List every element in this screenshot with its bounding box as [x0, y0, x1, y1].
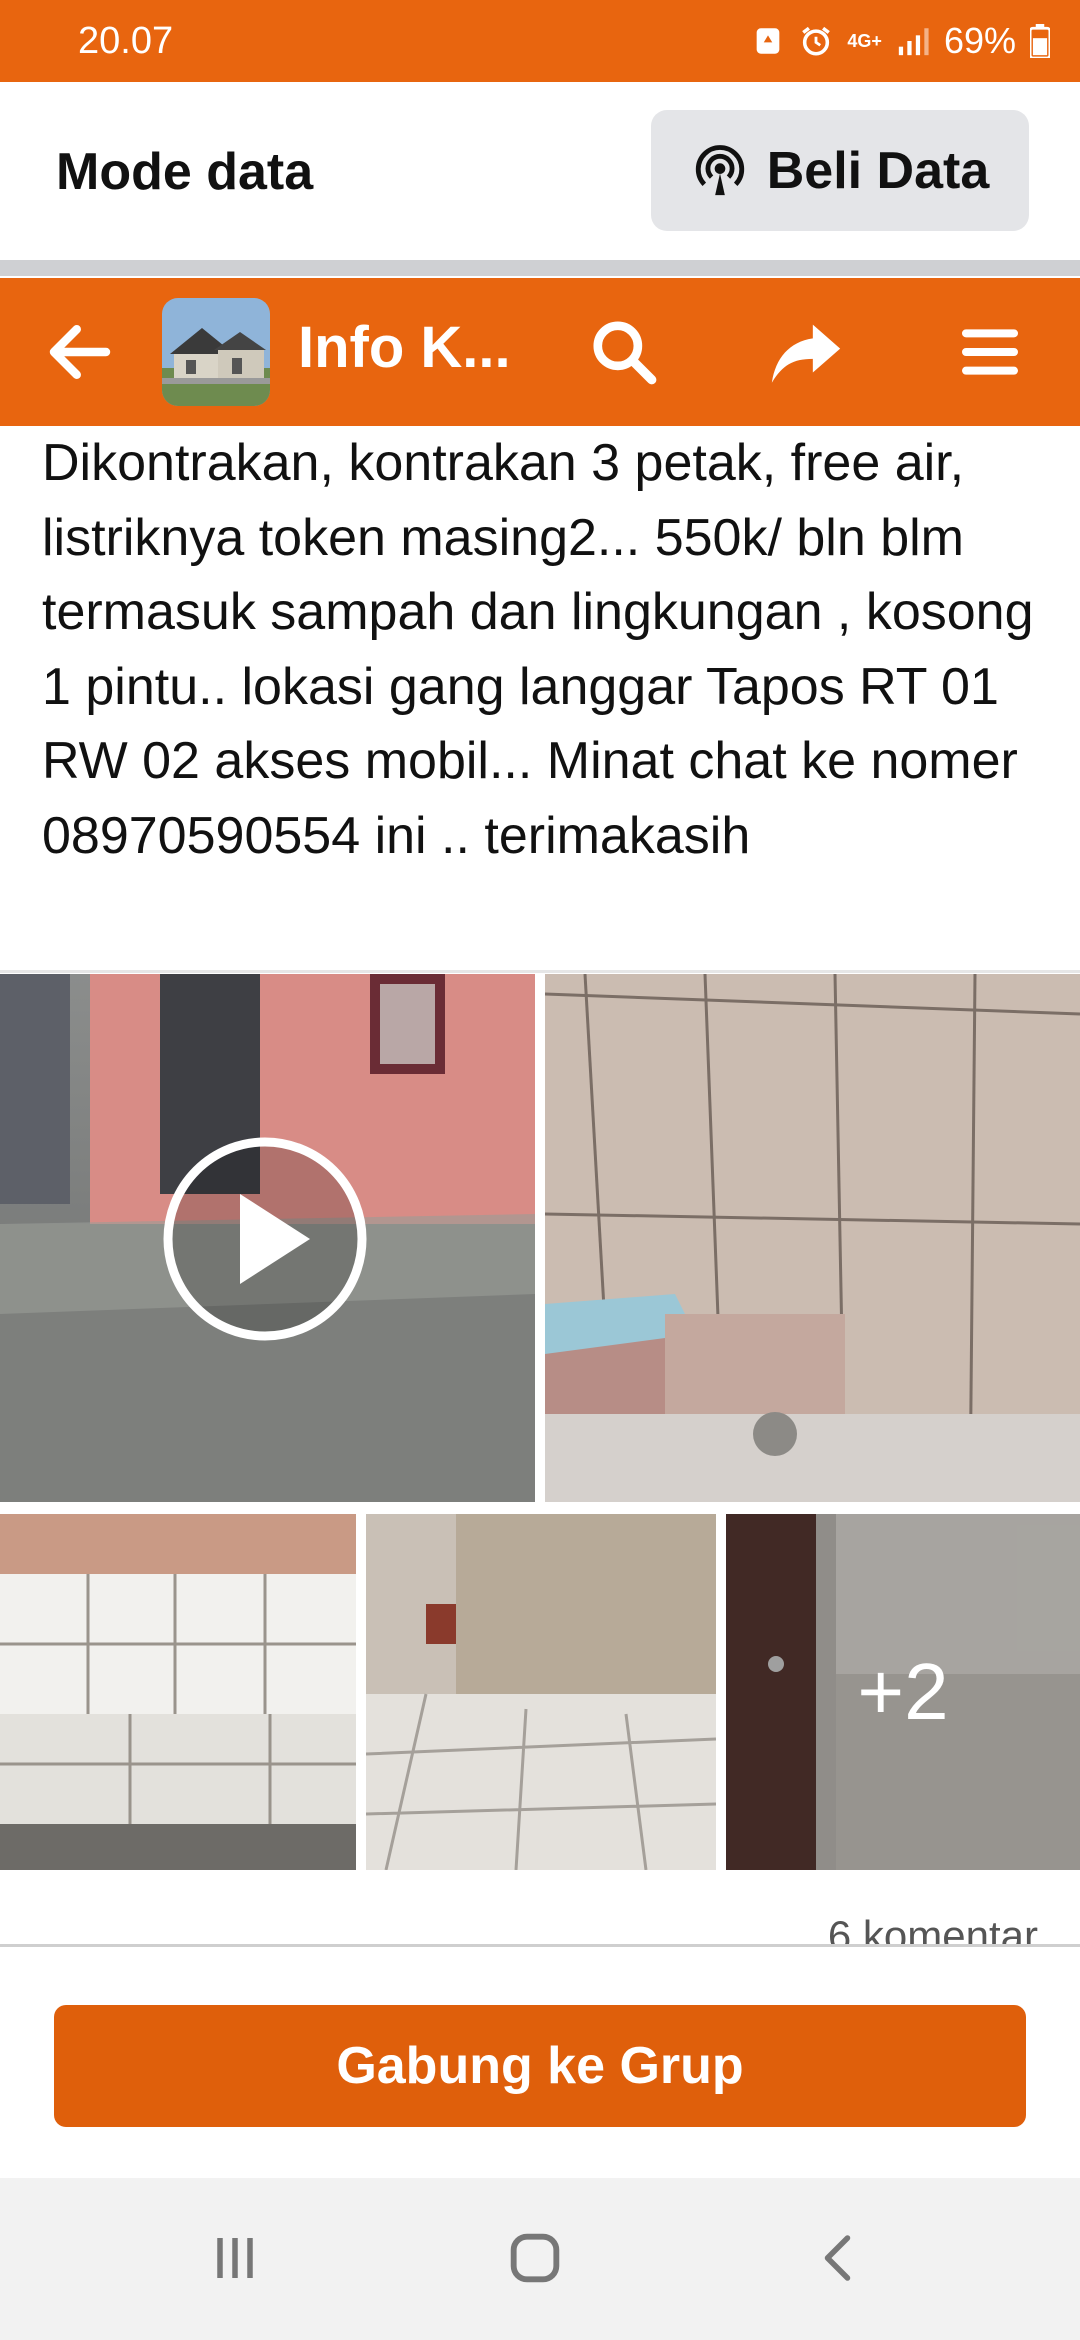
menu-icon [962, 329, 1018, 375]
data-mode-banner: Mode data Beli Data [0, 82, 1080, 276]
system-nav-bar [0, 2178, 1080, 2340]
data-mode-label: Mode data [56, 143, 314, 201]
status-bar: 20.07 4G+ 69% [0, 0, 1080, 82]
share-icon [771, 324, 841, 383]
status-time: 20.07 [78, 20, 174, 62]
back-arrow-icon [49, 325, 111, 379]
nav-back-button[interactable] [795, 2218, 885, 2298]
alarm-icon [802, 26, 831, 56]
broadcast-icon [695, 144, 744, 195]
buy-data-label: Beli Data [766, 141, 990, 200]
bathroom-photo [545, 974, 1080, 1502]
house-image [162, 298, 270, 406]
status-icons: 4G+ 69% [751, 18, 1050, 64]
recent-apps-button[interactable] [190, 2218, 280, 2298]
post-body-text: Dikontrakan, kontrakan 3 petak, free air… [42, 434, 1034, 865]
counter-photo [0, 1514, 356, 1870]
group-header: Info K... [0, 278, 1080, 426]
post-divider [0, 970, 1080, 973]
banner-divider [0, 260, 1080, 276]
join-bar: Gabung ke Grup [0, 1944, 1080, 2178]
more-photos-count: +2 [857, 1647, 949, 1736]
join-group-label: Gabung ke Grup [336, 2037, 744, 2095]
comments-count[interactable]: 6 komentar [828, 1912, 1038, 1948]
post-photo-3[interactable] [366, 1514, 716, 1870]
home-icon [510, 2233, 560, 2283]
recent-apps-icon [217, 2238, 253, 2278]
search-button[interactable] [574, 278, 674, 426]
group-avatar[interactable] [162, 298, 270, 406]
group-title[interactable]: Info K... [298, 314, 511, 381]
room-photo [366, 1514, 716, 1870]
nav-back-icon [824, 2235, 851, 2281]
join-group-button[interactable]: Gabung ke Grup [54, 2005, 1026, 2127]
network-4g-icon: 4G+ [847, 31, 882, 51]
home-button[interactable] [490, 2218, 580, 2298]
recycle-icon [757, 28, 780, 54]
search-icon [593, 321, 657, 385]
share-button[interactable] [756, 278, 856, 426]
video-thumbnail [0, 974, 535, 1502]
battery-percent: 69% [943, 20, 1016, 61]
battery-icon [1030, 24, 1050, 58]
buy-data-button[interactable]: Beli Data [651, 110, 1029, 231]
post-photo-4[interactable]: +2 [726, 1514, 1080, 1870]
post-video[interactable] [0, 974, 535, 1502]
back-button[interactable] [30, 278, 130, 426]
signal-icon [898, 28, 929, 56]
post-photo-1[interactable] [545, 974, 1080, 1502]
post-photo-2[interactable] [0, 1514, 356, 1870]
menu-button[interactable] [940, 278, 1040, 426]
